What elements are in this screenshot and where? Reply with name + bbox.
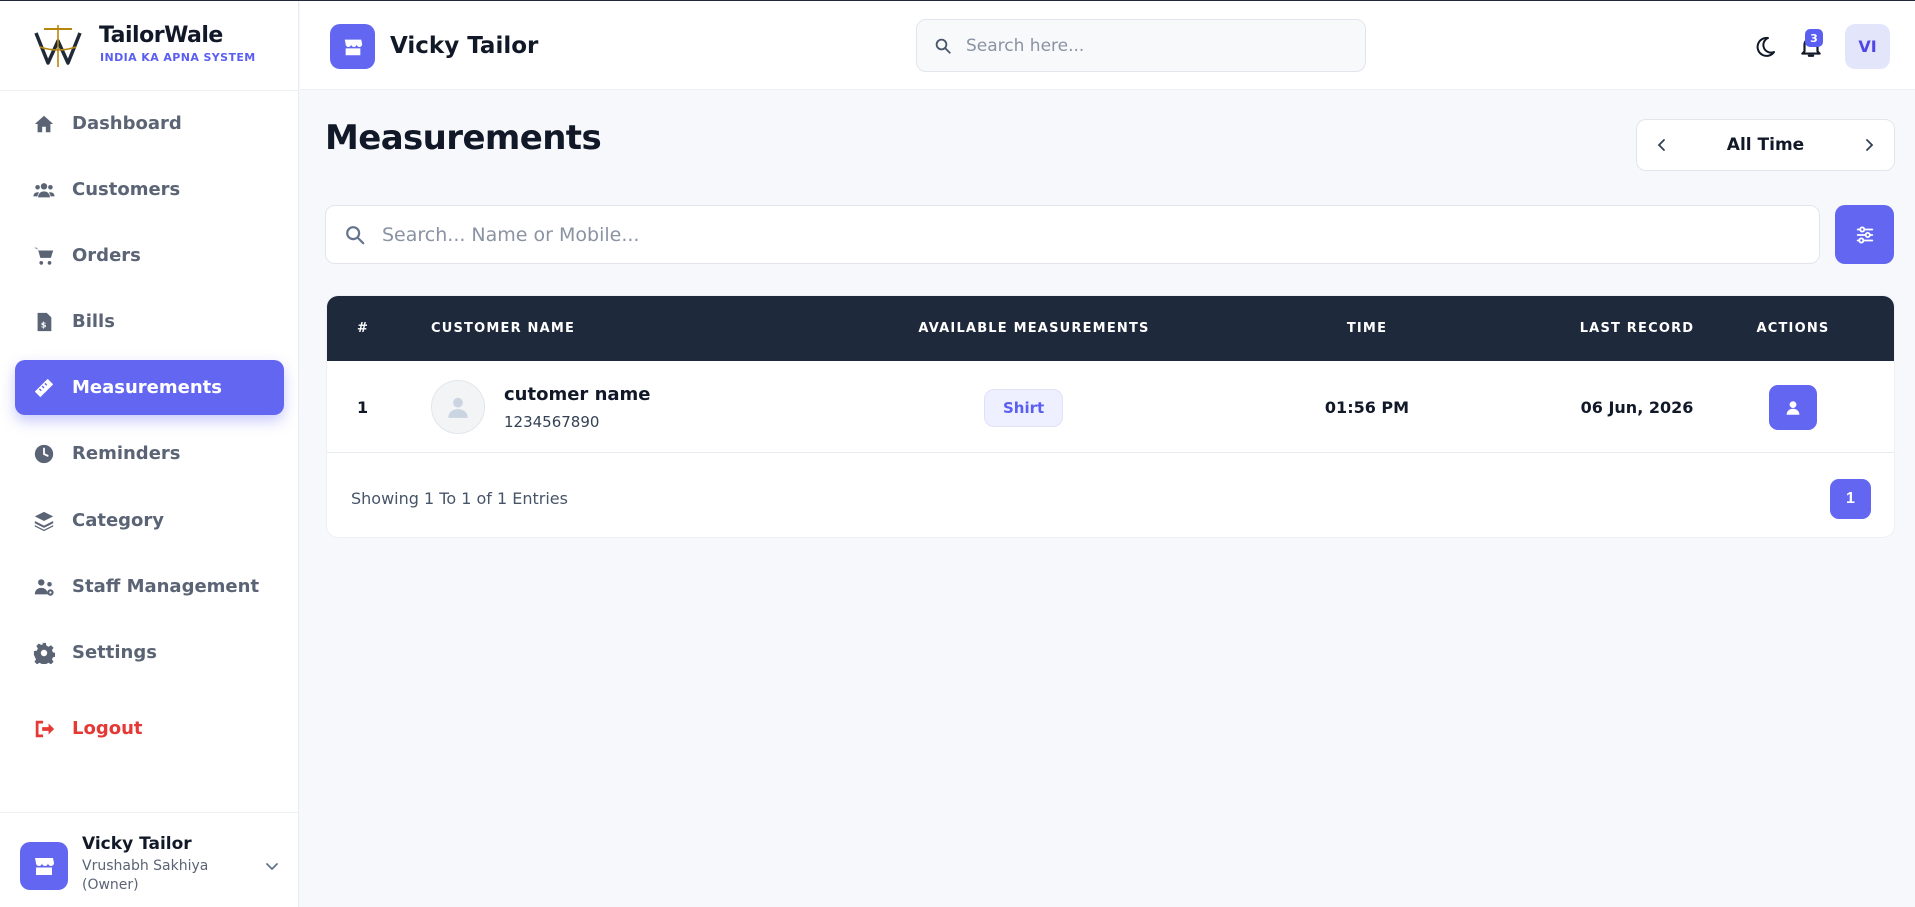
layers-icon <box>32 509 56 533</box>
logout-icon <box>32 717 56 741</box>
column-header-last-record: LAST RECORD <box>1579 321 1695 336</box>
column-header-index: # <box>357 321 370 336</box>
sidebar-item-label: Measurements <box>72 377 222 398</box>
dark-mode-toggle-icon[interactable] <box>1753 35 1777 59</box>
sidebar-item-reminders[interactable]: Reminders <box>15 426 284 481</box>
staff-icon <box>32 575 56 599</box>
tailorwale-logo-icon <box>34 25 82 67</box>
sidebar-item-orders[interactable]: Orders <box>15 228 284 283</box>
column-header-available-measurements: AVAILABLE MEASUREMENTS <box>918 321 1150 336</box>
sidebar-item-label: Logout <box>72 718 143 739</box>
brand[interactable]: TailorWale INDIA KA APNA SYSTEM <box>0 1 299 91</box>
column-header-customer-name: CUSTOMER NAME <box>431 321 576 336</box>
row-index: 1 <box>357 397 369 417</box>
column-header-actions: ACTIONS <box>1756 321 1830 336</box>
avatar[interactable]: VI <box>1845 24 1890 69</box>
sidebar-item-label: Staff Management <box>72 576 260 597</box>
measurement-badge[interactable]: Shirt <box>984 389 1064 427</box>
ruler-icon <box>32 376 56 400</box>
sidebar-item-label: Settings <box>72 642 157 663</box>
row-time: 01:56 PM <box>1324 397 1410 417</box>
global-search[interactable] <box>916 19 1366 72</box>
notification-badge: 3 <box>1805 29 1823 47</box>
customer-mobile: 1234567890 <box>504 413 600 431</box>
measurement-search-input[interactable] <box>382 223 1762 246</box>
user-placeholder-icon <box>448 397 468 418</box>
chevron-right-icon <box>1866 139 1874 151</box>
global-search-input[interactable] <box>966 35 1326 56</box>
chevron-left-icon <box>1657 139 1665 151</box>
account-shop-name: Vicky Tailor <box>82 834 192 854</box>
account-switcher[interactable]: Vicky Tailor Vrushabh Sakhiya (Owner) <box>0 812 299 907</box>
entries-summary: Showing 1 To 1 of 1 Entries <box>351 489 568 508</box>
table-row[interactable]: 1 cutomer name 1234567890 Shirt 01:56 PM… <box>327 361 1894 453</box>
search-icon <box>935 38 951 54</box>
measurement-search[interactable] <box>325 205 1820 264</box>
table-header: # CUSTOMER NAME AVAILABLE MEASUREMENTS T… <box>327 296 1894 361</box>
pagination-page-1[interactable]: 1 <box>1830 479 1871 519</box>
sidebar-item-label: Orders <box>72 245 141 266</box>
brand-tagline: INDIA KA APNA SYSTEM <box>100 51 256 64</box>
customer-name[interactable]: cutomer name <box>504 384 651 405</box>
brand-name: TailorWale <box>99 23 223 48</box>
sidebar-item-customers[interactable]: Customers <box>15 162 284 217</box>
sidebar-item-label: Reminders <box>72 443 181 464</box>
gear-icon <box>32 641 56 665</box>
row-last-record: 06 Jun, 2026 <box>1580 397 1694 417</box>
invoice-icon: $ <box>32 310 56 334</box>
sidebar-item-logout[interactable]: Logout <box>15 701 284 756</box>
store-icon <box>20 842 68 890</box>
column-header-time: TIME <box>1346 321 1388 336</box>
svg-text:$: $ <box>41 319 47 329</box>
sidebar-item-label: Customers <box>72 179 181 200</box>
sidebar-item-category[interactable]: Category <box>15 493 284 548</box>
sidebar-item-settings[interactable]: Settings <box>15 625 284 680</box>
clock-icon <box>32 442 56 466</box>
view-customer-button[interactable] <box>1769 385 1817 430</box>
search-icon <box>346 225 365 244</box>
cart-icon <box>32 244 56 268</box>
chevron-down-icon[interactable] <box>264 858 280 874</box>
account-owner: Vrushabh Sakhiya (Owner) <box>82 858 209 893</box>
users-icon <box>32 178 56 202</box>
date-range-selector: All Time <box>1636 119 1895 171</box>
sidebar-item-bills[interactable]: $ Bills <box>15 294 284 349</box>
previous-range-button[interactable] <box>1637 120 1687 170</box>
shop-name: Vicky Tailor <box>390 33 539 59</box>
sidebar-item-label: Category <box>72 510 165 531</box>
home-icon <box>32 112 56 136</box>
top-header: Vicky Tailor 3 VI <box>300 1 1915 90</box>
user-icon <box>1786 400 1800 415</box>
sidebar: TailorWale INDIA KA APNA SYSTEM Dashboar… <box>0 1 299 907</box>
next-range-button[interactable] <box>1844 120 1894 170</box>
sidebar-item-staff-management[interactable]: Staff Management <box>15 559 284 614</box>
page-title: Measurements <box>325 118 602 158</box>
date-range-label: All Time <box>1726 135 1805 155</box>
customer-avatar <box>431 380 485 434</box>
sidebar-item-dashboard[interactable]: Dashboard <box>15 96 284 151</box>
filter-button[interactable] <box>1835 205 1894 264</box>
measurements-table: # CUSTOMER NAME AVAILABLE MEASUREMENTS T… <box>326 295 1895 538</box>
sidebar-item-label: Dashboard <box>72 113 182 134</box>
sidebar-item-measurements[interactable]: Measurements <box>15 360 284 415</box>
store-icon <box>330 24 375 69</box>
sidebar-item-label: Bills <box>72 311 115 332</box>
sliders-icon <box>1856 225 1873 244</box>
